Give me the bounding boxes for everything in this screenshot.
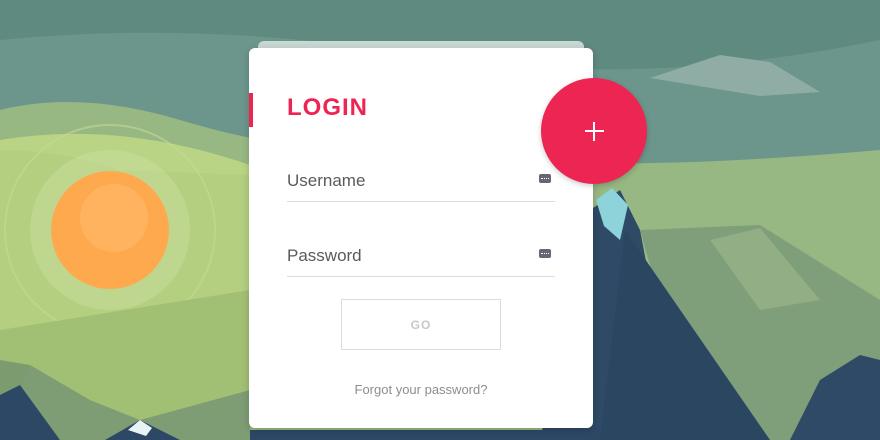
password-input[interactable] <box>287 244 527 268</box>
keyboard-icon <box>539 249 551 258</box>
login-card: LOGIN GO Forgot your password? <box>249 48 593 428</box>
title-accent-bar <box>249 93 253 127</box>
username-input[interactable] <box>287 169 527 193</box>
register-fab-button[interactable] <box>541 78 647 184</box>
login-screen: LOGIN GO Forgot your password? <box>0 0 880 440</box>
go-button[interactable]: GO <box>341 299 501 350</box>
forgot-password-link[interactable]: Forgot your password? <box>249 382 593 397</box>
username-field <box>287 161 555 202</box>
password-field <box>287 236 555 277</box>
keyboard-icon <box>539 174 551 183</box>
plus-icon-vertical <box>593 122 595 141</box>
login-title: LOGIN <box>287 94 368 121</box>
